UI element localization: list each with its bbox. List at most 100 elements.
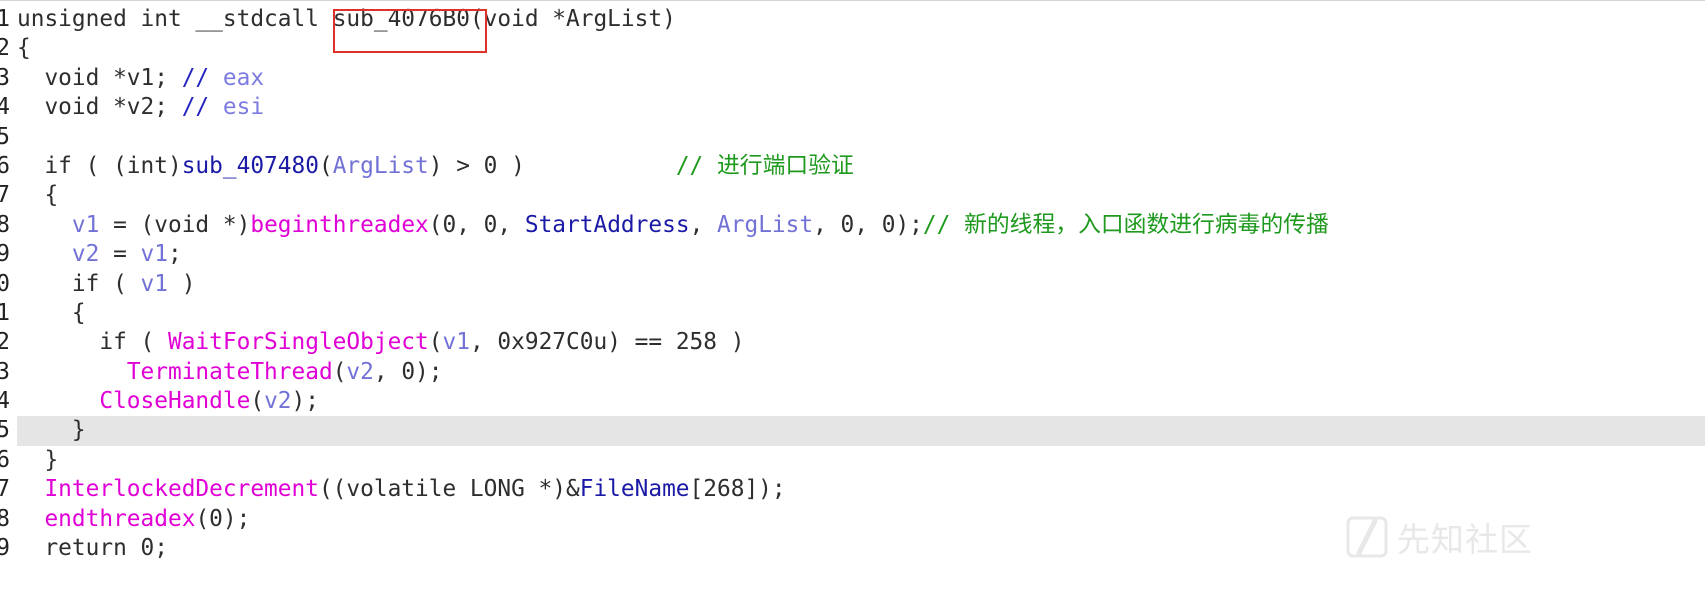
- code-line-text: if ( v1 ): [17, 270, 196, 299]
- code-text: (void *ArgList): [469, 6, 676, 32]
- comment: // 进行端口验证: [675, 152, 854, 179]
- imported-function-name[interactable]: CloseHandle: [99, 388, 250, 414]
- line-number: 5: [0, 417, 10, 444]
- function-name[interactable]: StartAddress: [525, 212, 690, 238]
- code-line-text: {: [17, 299, 86, 328]
- line-number: 2: [0, 35, 10, 62]
- line-number: 7: [0, 476, 10, 503]
- code-text: (: [428, 329, 443, 356]
- local-variable[interactable]: v1: [141, 271, 168, 297]
- code-text: = (void *): [99, 211, 251, 238]
- code-line-text: CloseHandle(v2);: [17, 387, 319, 416]
- code-line-text: }: [17, 446, 58, 475]
- code-text: , 0x927C0u) == 258 ): [469, 329, 745, 356]
- comment: // 新的线程，入口函数进行病毒的传播: [922, 211, 1329, 238]
- line-number: 6: [0, 152, 10, 179]
- code-text: (0);: [195, 505, 251, 532]
- code-line[interactable]: 2{: [0, 34, 1705, 63]
- line-number: 6: [0, 446, 10, 473]
- line-number: 9: [0, 535, 10, 562]
- code-text: , 0);: [373, 358, 443, 385]
- pseudocode-view[interactable]: 1 unsigned int __stdcall sub_4076B0(void …: [0, 5, 1705, 563]
- code-line[interactable]: 6 }: [0, 446, 1705, 475]
- code-text: if (: [17, 270, 141, 297]
- register-comment-marker: //: [181, 94, 223, 121]
- local-variable[interactable]: v2: [346, 359, 373, 385]
- code-text: {: [17, 35, 31, 62]
- line-number: 3: [0, 358, 10, 385]
- local-variable[interactable]: v2: [72, 241, 99, 267]
- code-text: {: [17, 299, 86, 326]
- line-number: 7: [0, 182, 10, 209]
- code-text: ): [167, 270, 196, 297]
- function-name[interactable]: FileName: [580, 476, 690, 502]
- register-comment-marker: //: [181, 64, 223, 91]
- function-definition-name[interactable]: sub_4076B0: [333, 6, 470, 32]
- code-text: ) > 0 ): [428, 152, 676, 179]
- imported-function-name[interactable]: InterlockedDecrement: [44, 476, 319, 502]
- code-line[interactable]: 4 void *v2; // esi: [0, 93, 1705, 122]
- local-variable[interactable]: v1: [141, 241, 168, 267]
- code-line[interactable]: 6 if ( (int)sub_407480(ArgList) > 0 ) //…: [0, 152, 1705, 181]
- local-variable[interactable]: v1: [72, 212, 99, 238]
- line-number: 8: [0, 505, 10, 532]
- imported-function-name[interactable]: endthreadex: [44, 506, 195, 532]
- code-line-text: InterlockedDecrement((volatile LONG *)&F…: [17, 475, 785, 504]
- code-text: ;: [168, 241, 182, 268]
- line-number: 8: [0, 211, 10, 238]
- code-line[interactable]: 0 if ( v1 ): [0, 270, 1705, 299]
- code-line[interactable]: 8 endthreadex(0);: [0, 505, 1705, 534]
- line-number: 1: [0, 6, 10, 32]
- function-name[interactable]: sub_407480: [182, 153, 319, 179]
- code-line[interactable]: 3 void *v1; // eax: [0, 64, 1705, 93]
- code-line[interactable]: 9 return 0;: [0, 534, 1705, 563]
- code-line[interactable]: 9 v2 = v1;: [0, 240, 1705, 269]
- code-text: {: [17, 182, 59, 209]
- line-number: 3: [0, 64, 10, 91]
- local-variable[interactable]: v1: [443, 329, 470, 355]
- code-line-current[interactable]: 5 }: [0, 416, 1705, 446]
- code-line[interactable]: 7 InterlockedDecrement((volatile LONG *)…: [0, 475, 1705, 504]
- code-text: =: [99, 241, 141, 268]
- code-text: }: [17, 417, 86, 444]
- code-text: (: [250, 388, 265, 415]
- code-line[interactable]: 8 v1 = (void *)beginthreadex(0, 0, Start…: [0, 211, 1705, 240]
- line-number: 1: [0, 299, 10, 326]
- imported-function-name[interactable]: TerminateThread: [127, 359, 333, 385]
- code-line-text: {: [17, 181, 58, 210]
- imported-function-name[interactable]: WaitForSingleObject: [168, 329, 429, 355]
- code-line[interactable]: 1 {: [0, 299, 1705, 328]
- code-line[interactable]: 2 if ( WaitForSingleObject(v1, 0x927C0u)…: [0, 328, 1705, 357]
- code-line[interactable]: 4 CloseHandle(v2);: [0, 387, 1705, 416]
- code-text: (0, 0,: [428, 211, 525, 238]
- line-number: 0: [0, 270, 10, 297]
- local-variable[interactable]: ArgList: [333, 153, 429, 179]
- code-line[interactable]: 7 {: [0, 181, 1705, 210]
- line-number: 2: [0, 329, 10, 356]
- code-text: return 0;: [17, 535, 168, 562]
- imported-function-name[interactable]: beginthreadex: [250, 212, 428, 238]
- code-line[interactable]: 1 unsigned int __stdcall sub_4076B0(void …: [0, 5, 1705, 34]
- code-text: if ( (int): [17, 152, 182, 179]
- code-line-text: if ( (int)sub_407480(ArgList) > 0 ) // 进…: [17, 152, 854, 181]
- code-line-text: {: [17, 34, 31, 63]
- local-variable[interactable]: v2: [264, 388, 291, 414]
- code-line[interactable]: 5: [0, 123, 1705, 152]
- code-line-text: if ( WaitForSingleObject(v1, 0x927C0u) =…: [17, 328, 744, 357]
- local-variable[interactable]: ArgList: [717, 212, 813, 238]
- code-line-text: void *v1; // eax: [17, 64, 264, 93]
- code-text: void *v1;: [17, 64, 182, 91]
- code-line-text: return 0;: [17, 534, 168, 563]
- code-text: (: [332, 358, 347, 385]
- code-text: ,: [689, 211, 718, 238]
- line-number: 4: [0, 388, 10, 415]
- code-line-text: unsigned int __stdcall sub_4076B0(void *…: [17, 5, 676, 34]
- code-text: );: [291, 388, 319, 415]
- code-text: if (: [17, 329, 168, 356]
- code-line[interactable]: 3 TerminateThread(v2, 0);: [0, 358, 1705, 387]
